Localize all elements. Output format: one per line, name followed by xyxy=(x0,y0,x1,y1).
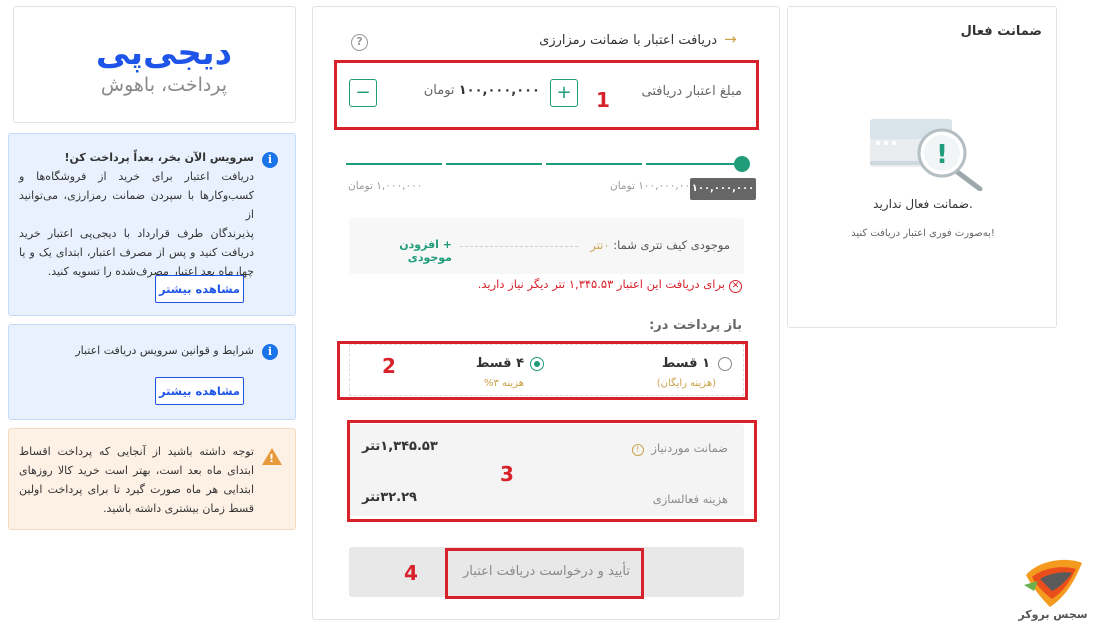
warning-icon: ! xyxy=(262,448,282,465)
terms-info-card: i شرایط و قوانین سرویس دریافت اعتبار مشا… xyxy=(8,324,296,420)
slider-track-segment xyxy=(446,163,542,165)
active-guarantee-card: ضمانت فعال ! ضمانت فعال ندارید. به‌صورت … xyxy=(787,6,1057,328)
warning-card: ! توجه داشته باشید از آنجایی که پرداخت ا… xyxy=(8,428,296,530)
brand-logo: دیجی‌پی xyxy=(95,33,233,73)
terms-more-button[interactable]: مشاهده بیشتر xyxy=(155,377,244,405)
annotation-number-1: 1 xyxy=(596,88,610,112)
logo-card: دیجی‌پی پرداخت، باهوش xyxy=(13,6,296,123)
terms-title: شرایط و قوانین سرویس دریافت اعتبار xyxy=(75,344,254,357)
annotation-box-4 xyxy=(445,548,644,599)
empty-guarantee-text: ضمانت فعال ندارید. xyxy=(873,197,973,211)
wallet-value: ۰تتر xyxy=(590,238,610,252)
slider-handle[interactable] xyxy=(734,156,750,172)
watermark-text: سجس بروکر xyxy=(1018,608,1088,621)
amount-slider[interactable] xyxy=(346,155,750,175)
wallet-balance: موجودی کیف تتری شما: ۰تتر xyxy=(545,238,730,252)
back-arrow-icon[interactable]: ← xyxy=(724,30,737,48)
annotation-number-3: 3 xyxy=(500,462,514,486)
annotation-box-3 xyxy=(347,420,757,522)
empty-state-illustration-icon: ! xyxy=(870,119,983,191)
wallet-divider xyxy=(460,246,578,247)
annotation-number-4: 4 xyxy=(404,561,418,585)
brand-tagline: پرداخت، باهوش xyxy=(100,74,228,96)
error-icon: ✕ xyxy=(729,280,742,293)
annotation-box-2 xyxy=(337,341,748,400)
service-info-text: سرویس الآن بخر، بعداً پرداخت کن! دریافت … xyxy=(19,148,254,281)
plus-icon: + xyxy=(442,238,452,251)
installments-title: باز پرداخت در: xyxy=(649,318,742,333)
wallet-error: ✕برای دریافت این اعتبار ۱,۳۴۵.۵۳ تتر دیگ… xyxy=(470,277,742,293)
slider-track-segment xyxy=(346,163,442,165)
service-more-button[interactable]: مشاهده بیشتر xyxy=(155,275,244,303)
slider-min-label: ۱,۰۰۰,۰۰۰ تومان xyxy=(348,180,423,192)
wallet-label: موجودی کیف تتری شما: xyxy=(613,238,730,252)
slider-track-segment xyxy=(546,163,642,165)
slider-tooltip: ۱۰۰,۰۰۰,۰۰۰ xyxy=(690,178,756,200)
service-info-title: سرویس الآن بخر، بعداً پرداخت کن! xyxy=(64,151,255,164)
add-balance-link[interactable]: + افزودن موجودی xyxy=(362,238,452,264)
annotation-box-1 xyxy=(334,60,759,130)
info-icon: i xyxy=(262,152,278,168)
active-guarantee-title: ضمانت فعال xyxy=(960,24,1042,39)
svg-text:!: ! xyxy=(936,140,948,170)
info-icon: i xyxy=(262,344,278,360)
page-title: دریافت اعتبار با ضمانت رمزارزی xyxy=(539,33,717,48)
warning-text: توجه داشته باشید از آنجایی که پرداخت اقس… xyxy=(19,445,254,515)
annotation-number-2: 2 xyxy=(382,354,396,378)
empty-guarantee-hint: به‌صورت فوری اعتبار دریافت کنید! xyxy=(851,228,995,239)
slider-track-segment xyxy=(646,163,742,165)
help-icon[interactable]: ? xyxy=(351,34,368,51)
service-info-card: i سرویس الآن بخر، بعداً پرداخت کن! دریاف… xyxy=(8,133,296,316)
watermark-logo-icon xyxy=(1024,559,1082,607)
